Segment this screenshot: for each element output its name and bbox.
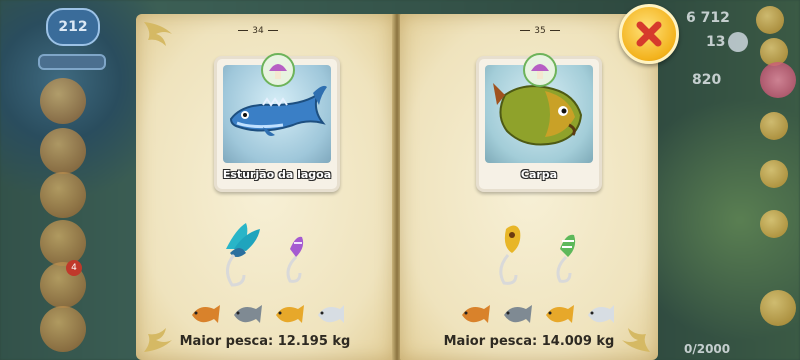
fish-name: Carpa — [520, 167, 558, 181]
trophy-row — [456, 299, 616, 329]
diamond-icon — [728, 32, 748, 52]
fish-name: Esturjão da lagoa — [222, 167, 332, 181]
level-badge[interactable]: 212 — [46, 8, 100, 46]
best-catch-label: Maior pesca: 14.009 kg — [443, 334, 615, 349]
boat-icon[interactable] — [760, 160, 788, 188]
silver-trophy-icon — [588, 305, 614, 323]
gold-trophy-icon — [276, 305, 304, 323]
yellow-lure-icon — [499, 225, 521, 285]
home-icon[interactable] — [40, 306, 86, 352]
best-catch-label: Maior pesca: 12.195 kg — [179, 334, 351, 349]
corner-flourish — [144, 22, 172, 46]
close-icon — [636, 21, 662, 47]
storage-counter: 0/2000 — [684, 342, 731, 356]
coin-icon[interactable] — [756, 6, 784, 34]
barn-icon[interactable] — [760, 290, 796, 326]
diamonds-counter: 13 — [706, 34, 726, 50]
xp-progress-bar — [38, 54, 106, 70]
fish-collection-book: 34 Esturjão da lagoa Maior pesca: 12.195… — [136, 14, 666, 360]
page-number: 35 — [510, 26, 570, 36]
lures-row — [226, 223, 304, 287]
gift-icon[interactable] — [760, 62, 796, 98]
calendar-icon[interactable] — [760, 210, 788, 238]
close-button[interactable] — [619, 4, 679, 64]
bronze-trophy-icon — [462, 305, 490, 323]
coins-counter: 6 712 — [686, 10, 730, 26]
mushroom-badge-icon — [261, 53, 295, 87]
feather-lure-icon — [226, 223, 260, 287]
notification-badge: 4 — [66, 260, 82, 276]
level-value: 212 — [58, 19, 88, 35]
right-page: 35 Carpa Maior pesca: 14.009 kg — [400, 14, 658, 360]
silver-trophy-icon — [318, 305, 344, 323]
green-lure-icon — [556, 234, 576, 283]
cake-icon[interactable] — [40, 172, 86, 218]
gray-trophy-icon — [234, 305, 262, 323]
gray-trophy-icon — [504, 305, 532, 323]
fish-card[interactable]: Esturjão da lagoa — [214, 53, 340, 192]
purple-lure-icon — [286, 236, 304, 283]
friends-icon[interactable] — [40, 220, 86, 266]
lures-row — [499, 225, 576, 285]
newspaper-icon[interactable] — [40, 128, 86, 174]
page-number: 34 — [228, 26, 288, 36]
shop-icon[interactable] — [40, 78, 86, 124]
left-page: 34 Esturjão da lagoa Maior pesca: 12.195… — [136, 14, 394, 360]
fish-card[interactable]: Carpa — [476, 53, 602, 192]
trophy-row — [186, 299, 346, 329]
gold-trophy-icon — [546, 305, 574, 323]
xp-counter: 820 — [692, 72, 722, 88]
mushroom-badge-icon — [523, 53, 557, 87]
bronze-trophy-icon — [192, 305, 220, 323]
market-icon[interactable] — [760, 112, 788, 140]
